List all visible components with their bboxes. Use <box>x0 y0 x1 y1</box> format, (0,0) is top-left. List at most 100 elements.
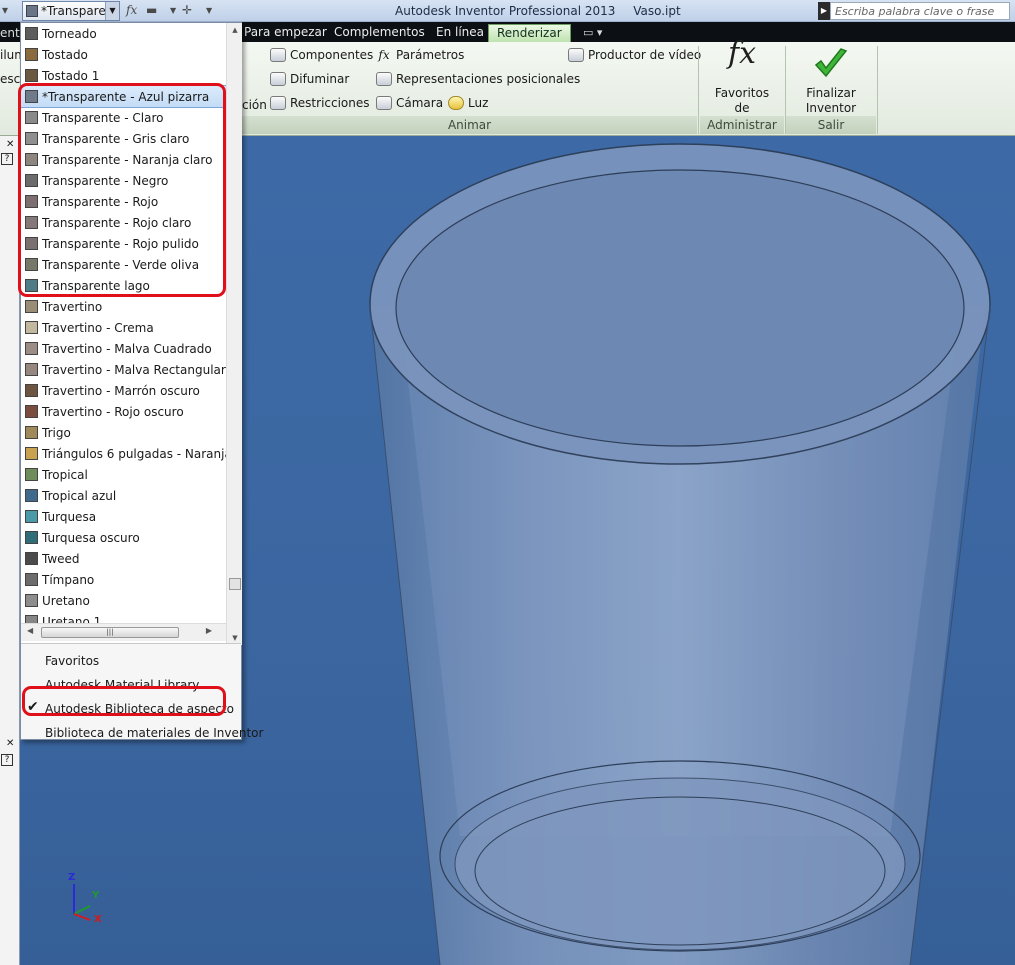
tab-renderizar[interactable]: Renderizar <box>488 24 571 42</box>
parametros-label: Parámetros <box>396 48 465 62</box>
app-menu-icon[interactable]: ▾ <box>2 3 8 17</box>
finalizar-label-1: Finalizar <box>806 86 856 100</box>
chevron-down-icon[interactable]: ▼ <box>105 2 119 20</box>
positional-reps-icon <box>376 72 392 86</box>
tab-en-linea[interactable]: En línea <box>428 24 492 42</box>
group-label-animar: Animar <box>242 116 697 134</box>
fade-icon <box>270 72 286 86</box>
representaciones-label: Representaciones posicionales <box>396 72 581 86</box>
material-list-item[interactable]: Tropical <box>21 464 226 485</box>
vertical-scrollbar[interactable]: ▲ ▼ <box>226 23 242 645</box>
material-list-item[interactable]: Travertino - Rojo oscuro <box>21 401 226 422</box>
restricciones-button[interactable]: Restricciones <box>270 96 370 110</box>
material-swatch-icon <box>25 69 38 82</box>
material-swatch-icon <box>25 531 38 544</box>
camara-label: Cámara <box>396 96 444 110</box>
material-name: Uretano 1 <box>42 614 102 624</box>
search-input[interactable]: Escriba palabra clave o frase <box>830 2 1010 20</box>
crosshair-icon[interactable]: ✛ <box>182 3 192 17</box>
parametros-button[interactable]: fx Parámetros <box>376 48 464 62</box>
appearance-swatch <box>26 5 38 17</box>
material-list-item[interactable]: Travertino - Malva Cuadrado <box>21 338 226 359</box>
fx-icon: fx <box>727 36 757 71</box>
ribbon-options-icon[interactable]: ▭ ▾ <box>583 26 602 39</box>
camara-button[interactable]: Cámara <box>376 96 443 110</box>
scroll-up-icon[interactable]: ▲ <box>227 23 243 37</box>
material-swatch-icon <box>25 426 38 439</box>
material-swatch-icon <box>25 342 38 355</box>
material-list-item[interactable]: Uretano <box>21 590 226 611</box>
material-list-item[interactable]: Travertino - Marrón oscuro <box>21 380 226 401</box>
tab-complementos[interactable]: Complementos <box>326 24 433 42</box>
material-list-item[interactable]: Triángulos 6 pulgadas - Naranja-ar <box>21 443 226 464</box>
library-favoritos[interactable]: Favoritos <box>45 654 99 668</box>
appearance-combo[interactable]: *Transpare ▼ <box>22 1 120 21</box>
title-bar: ▾ *Transpare ▼ fx ▬ ▼ ✛ ▼ Autodesk Inven… <box>0 0 1015 22</box>
material-name: Tostado <box>42 47 88 62</box>
material-swatch-icon <box>25 300 38 313</box>
material-list-item[interactable]: Turquesa oscuro <box>21 527 226 548</box>
material-name: Tweed <box>42 551 80 566</box>
material-name: Tropical azul <box>42 488 117 503</box>
material-list-item[interactable]: Uretano 1 <box>21 611 226 623</box>
material-list-item[interactable]: Tostado <box>21 44 226 65</box>
fx-icon[interactable]: fx <box>126 3 137 17</box>
luz-button[interactable]: Luz <box>448 96 488 110</box>
material-name: Travertino - Crema <box>42 320 154 335</box>
material-name: Trigo <box>42 425 71 440</box>
material-name: Uretano <box>42 593 90 608</box>
material-swatch-icon <box>25 405 38 418</box>
productor-video-button[interactable]: Productor de vídeo <box>568 48 701 62</box>
material-name: Turquesa oscuro <box>42 530 140 545</box>
material-name: Travertino - Marrón oscuro <box>42 383 200 398</box>
material-list-item[interactable]: Travertino - Malva Rectangular <box>21 359 226 380</box>
material-list-item[interactable]: Travertino - Crema <box>21 317 226 338</box>
material-list-item[interactable]: Travertino <box>21 296 226 317</box>
library-biblioteca-inventor[interactable]: Biblioteca de materiales de Inventor <box>45 726 263 740</box>
browser-help-icon[interactable]: ? <box>1 153 13 165</box>
group-separator <box>877 46 878 134</box>
componentes-label: Componentes <box>290 48 374 62</box>
material-swatch-icon <box>25 27 38 40</box>
representaciones-posicionales-button[interactable]: Representaciones posicionales <box>376 72 580 86</box>
material-swatch-icon <box>25 615 38 623</box>
material-list-item[interactable]: Turquesa <box>21 506 226 527</box>
material-name: Tostado 1 <box>42 68 100 83</box>
app-title: Autodesk Inventor Professional 2013 <box>395 4 616 18</box>
axis-triad: Z Y X <box>64 872 114 925</box>
material-list-item[interactable]: Trigo <box>21 422 226 443</box>
qat-menu-icon[interactable]: ▼ <box>206 6 212 15</box>
highlight-transparente-group <box>18 83 226 297</box>
material-name: Turquesa <box>42 509 97 524</box>
difuminar-button[interactable]: Difuminar <box>270 72 349 86</box>
animar-fragment-label: ción <box>242 98 267 112</box>
browser-close-icon[interactable]: ✕ <box>6 738 14 749</box>
axis-y-label: Y <box>92 890 100 901</box>
productor-video-label: Productor de vídeo <box>588 48 702 62</box>
material-name: Travertino <box>42 299 103 314</box>
scroll-left-icon[interactable]: ◀ <box>27 626 33 635</box>
tab-para-empezar[interactable]: Para empezar <box>236 24 335 42</box>
light-bulb-icon <box>448 96 464 110</box>
material-swatch-icon <box>25 468 38 481</box>
material-swatch-icon <box>25 489 38 502</box>
horizontal-scroll-thumb[interactable]: ||| <box>41 627 179 638</box>
browser-close-icon[interactable]: ✕ <box>6 139 14 150</box>
material-list-item[interactable]: Tweed <box>21 548 226 569</box>
measure-icon[interactable]: ▬ <box>146 3 157 17</box>
material-swatch-icon <box>25 321 38 334</box>
chevron-down-icon[interactable]: ▼ <box>170 6 176 15</box>
scroll-right-icon[interactable]: ▶ <box>206 626 212 635</box>
browser-help-icon[interactable]: ? <box>1 754 13 766</box>
material-list-item[interactable]: Torneado <box>21 23 226 44</box>
scroll-thumb[interactable] <box>229 578 241 590</box>
search-expand-icon[interactable]: ▶ <box>818 2 830 20</box>
material-name: Torneado <box>42 26 97 41</box>
components-icon <box>270 48 286 62</box>
horizontal-scrollbar[interactable]: ◀ ||| ▶ <box>21 623 226 641</box>
material-list-item[interactable]: Tímpano <box>21 569 226 590</box>
fx-icon: fx <box>378 48 390 62</box>
video-clapper-icon <box>568 48 584 62</box>
componentes-button[interactable]: Componentes <box>270 48 373 62</box>
material-list-item[interactable]: Tropical azul <box>21 485 226 506</box>
